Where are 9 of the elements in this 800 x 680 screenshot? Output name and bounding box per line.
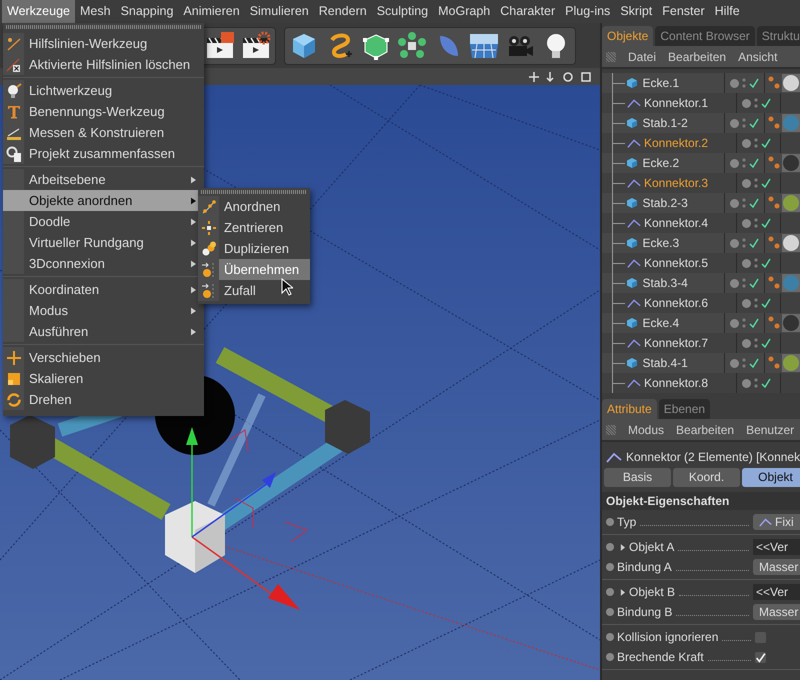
property-label: Brechende Kraft	[617, 650, 704, 664]
property-label: Bindung B	[617, 605, 672, 619]
property-label: Kollision ignorieren	[617, 630, 718, 644]
object-title: Konnektor (2 Elemente) [Konnek	[626, 450, 800, 464]
property-label: Objekt B	[629, 585, 676, 599]
property-label: Bindung A	[617, 560, 672, 574]
section-header: Objekt-Eigenschaften	[602, 492, 800, 510]
property-label: Typ	[617, 515, 636, 529]
property-label: Objekt A	[629, 540, 674, 554]
